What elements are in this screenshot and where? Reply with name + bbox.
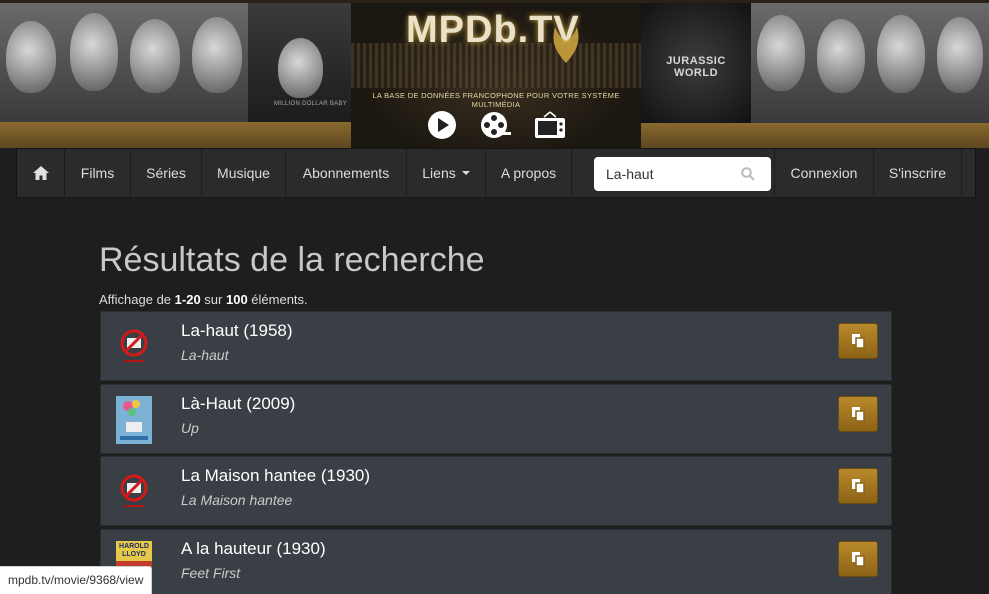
- nav-abonnements[interactable]: Abonnements: [286, 149, 407, 197]
- nav-home[interactable]: [17, 149, 65, 197]
- result-original-title: Up: [181, 420, 199, 436]
- copy-button[interactable]: [838, 541, 878, 577]
- banner-poster: JURASSIC WORLD: [641, 3, 751, 123]
- result-original-title: La-haut: [181, 347, 229, 363]
- result-title[interactable]: A la hauteur (1930): [181, 539, 326, 559]
- play-icon[interactable]: [425, 108, 459, 142]
- result-row[interactable]: Là-Haut (2009) Up: [100, 384, 892, 454]
- main-navbar: Films Séries Musique Abonnements Liens A…: [16, 148, 976, 198]
- result-original-title: Feet First: [181, 565, 241, 581]
- nav-musique[interactable]: Musique: [202, 149, 286, 197]
- no-image-icon: [120, 329, 148, 362]
- copy-icon: [852, 552, 865, 567]
- caret-down-icon: [461, 171, 470, 175]
- nav-series[interactable]: Séries: [131, 149, 202, 197]
- tv-icon[interactable]: [533, 108, 567, 142]
- banner-photo: [62, 3, 124, 123]
- banner-photo: [124, 3, 186, 123]
- nav-apropos[interactable]: A propos: [486, 149, 572, 197]
- results-summary: Affichage de 1-20 sur 100 éléments.: [99, 292, 308, 307]
- no-image-icon: [120, 474, 148, 507]
- result-title[interactable]: La-haut (1958): [181, 321, 293, 341]
- banner-photo: [186, 3, 248, 123]
- site-logo[interactable]: MPDb.TV LA BASE DE DONNÉES FRANCOPHONE P…: [351, 3, 641, 148]
- result-row[interactable]: La Maison hantee (1930) La Maison hantee: [100, 456, 892, 526]
- result-title[interactable]: La Maison hantee (1930): [181, 466, 370, 486]
- banner-photo: [751, 3, 811, 123]
- copy-button[interactable]: [838, 323, 878, 359]
- copy-icon: [852, 407, 865, 422]
- nav-liens-dropdown[interactable]: Liens: [407, 149, 486, 197]
- search-box: [594, 157, 771, 191]
- poster-caption: MILLION DOLLAR BABY: [274, 101, 348, 107]
- search-icon[interactable]: [741, 167, 755, 181]
- copy-icon: [852, 334, 865, 349]
- nav-films[interactable]: Films: [65, 149, 131, 197]
- banner-photo: [0, 3, 62, 123]
- banner-photo: [931, 3, 989, 123]
- result-title[interactable]: Là-Haut (2009): [181, 394, 295, 414]
- page-title: Résultats de la recherche: [99, 241, 485, 279]
- banner-photo: [811, 3, 871, 123]
- nav-inscrire[interactable]: S'inscrire: [873, 149, 962, 197]
- search-input[interactable]: [594, 157, 734, 191]
- copy-icon: [852, 479, 865, 494]
- header-banner: MILLION DOLLAR BABY MPDb.TV LA BASE DE D…: [0, 0, 989, 148]
- copy-button[interactable]: [838, 396, 878, 432]
- nav-connexion[interactable]: Connexion: [774, 149, 873, 197]
- film-reel-icon[interactable]: [479, 108, 513, 142]
- nav-liens-label: Liens: [422, 165, 456, 181]
- result-row[interactable]: HAROLD LLOYD A la hauteur (1930) Feet Fi…: [100, 529, 892, 594]
- result-original-title: La Maison hantee: [181, 492, 293, 508]
- poster-caption: JURASSIC WORLD: [666, 55, 726, 79]
- result-row[interactable]: La-haut (1958) La-haut: [100, 311, 892, 381]
- phoenix-icon: [553, 27, 579, 63]
- copy-button[interactable]: [838, 468, 878, 504]
- banner-photo: [871, 3, 931, 123]
- poster-thumbnail: [116, 396, 152, 444]
- home-icon: [32, 166, 49, 180]
- logo-tagline: LA BASE DE DONNÉES FRANCOPHONE POUR VOTR…: [372, 91, 620, 109]
- status-bar-url: mpdb.tv/movie/9368/view: [0, 566, 153, 594]
